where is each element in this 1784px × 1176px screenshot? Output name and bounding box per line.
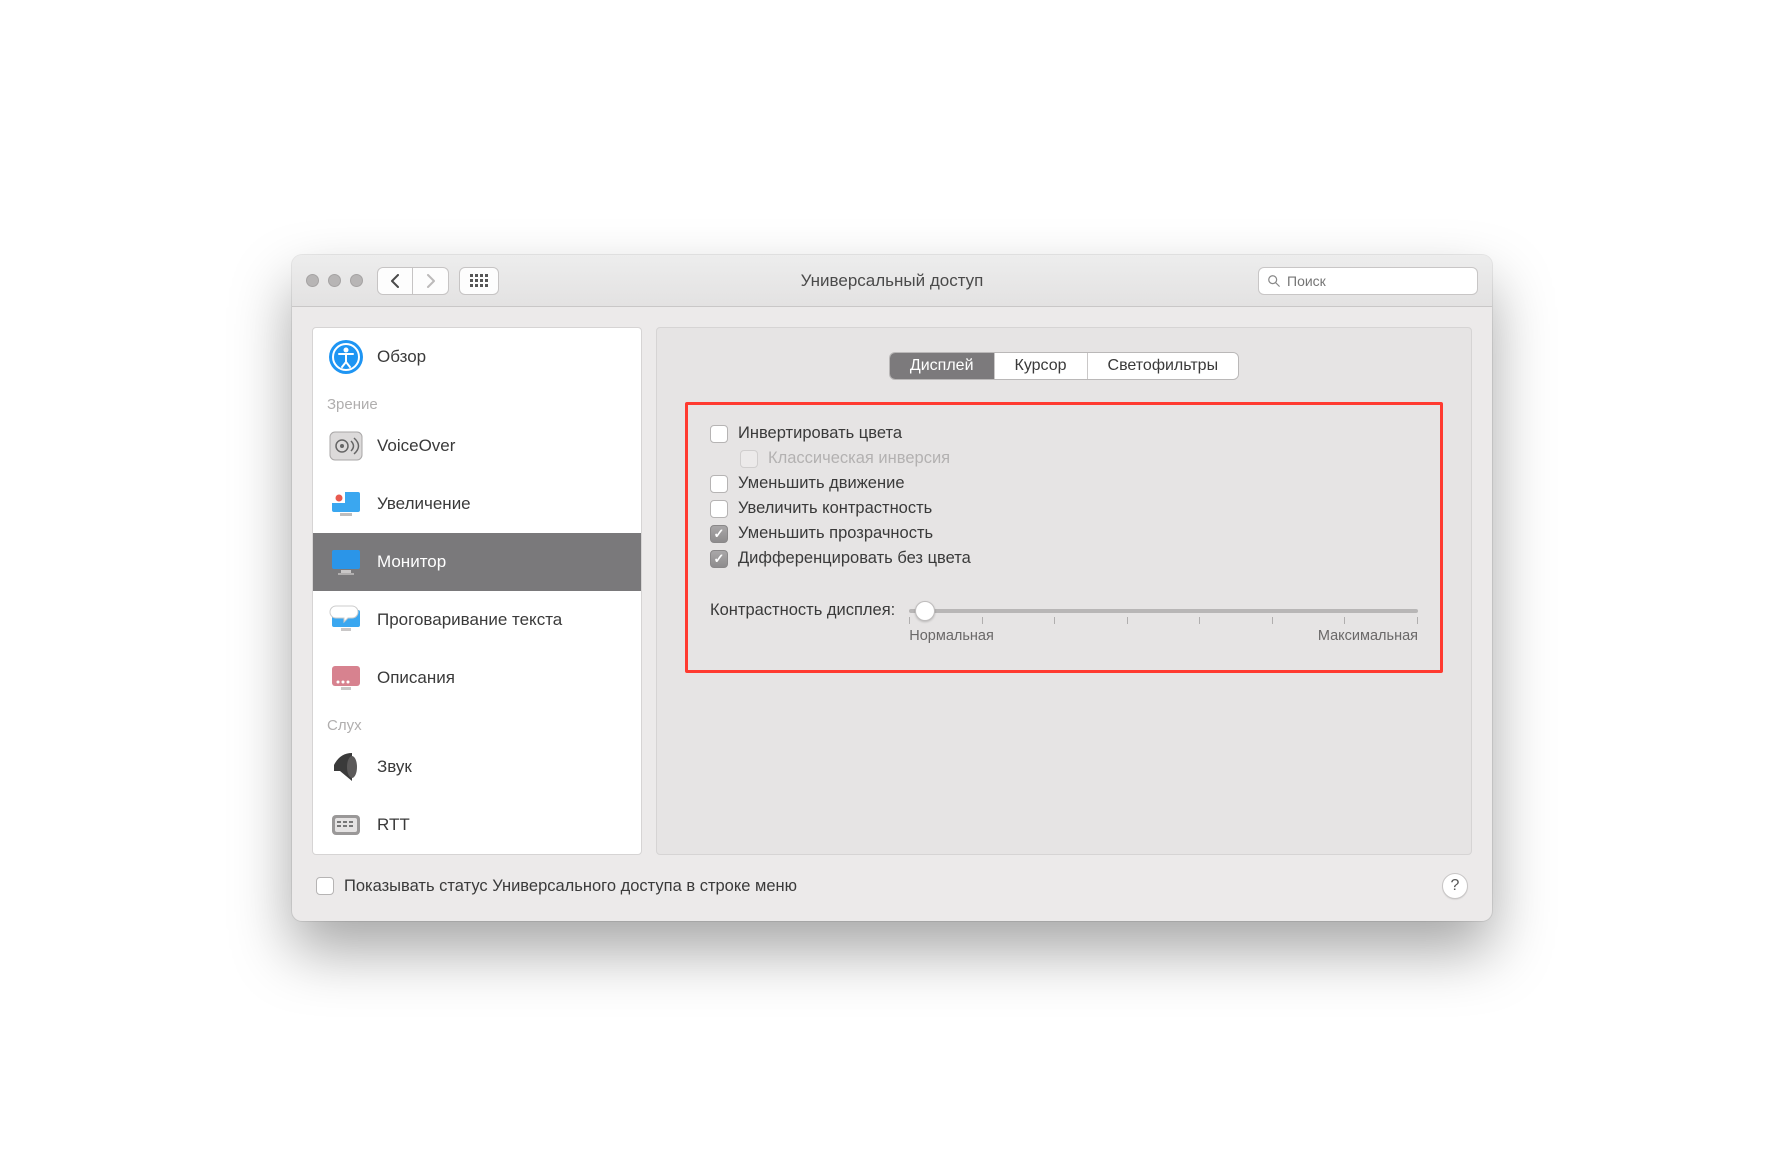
checkbox[interactable] bbox=[710, 550, 728, 568]
footer: Показывать статус Универсального доступа… bbox=[292, 869, 1492, 921]
zoom-app-icon bbox=[327, 485, 365, 523]
nav-buttons bbox=[377, 267, 449, 295]
option-classic-invert: Классическая инверсия bbox=[710, 446, 1418, 471]
slider-min-label: Нормальная bbox=[909, 628, 994, 644]
voiceover-icon bbox=[327, 427, 365, 465]
accessibility-icon bbox=[327, 338, 365, 376]
window-title: Универсальный доступ bbox=[801, 271, 984, 291]
sidebar-item-label: Увеличение bbox=[377, 494, 471, 514]
sidebar-item-label: Обзор bbox=[377, 347, 426, 367]
sidebar-item-sound[interactable]: Звук bbox=[313, 738, 641, 796]
sidebar: Обзор Зрение VoiceOver Увеличение Монито… bbox=[312, 327, 642, 855]
forward-button[interactable] bbox=[413, 267, 449, 295]
preferences-window: Универсальный доступ Обзор Зрение VoiceO… bbox=[292, 255, 1492, 921]
show-all-button[interactable] bbox=[459, 267, 499, 295]
checkbox[interactable] bbox=[710, 425, 728, 443]
option-label: Уменьшить прозрачность bbox=[738, 524, 933, 543]
help-button[interactable]: ? bbox=[1442, 873, 1468, 899]
sidebar-item-label: VoiceOver bbox=[377, 436, 455, 456]
tab-color-filters[interactable]: Светофильтры bbox=[1088, 353, 1239, 379]
checkbox[interactable] bbox=[710, 500, 728, 518]
contrast-slider[interactable]: Нормальная Максимальная bbox=[909, 599, 1418, 644]
minimize-icon[interactable] bbox=[328, 274, 341, 287]
sidebar-item-descriptions[interactable]: Описания bbox=[313, 649, 641, 707]
option-label: Классическая инверсия bbox=[768, 449, 950, 468]
footer-label: Показывать статус Универсального доступа… bbox=[344, 877, 797, 896]
help-icon: ? bbox=[1451, 877, 1460, 895]
sidebar-item-label: Звук bbox=[377, 757, 412, 777]
sidebar-item-rtt[interactable]: RTT bbox=[313, 796, 641, 854]
sidebar-item-voiceover[interactable]: VoiceOver bbox=[313, 417, 641, 475]
search-icon bbox=[1267, 274, 1281, 288]
tab-display[interactable]: Дисплей bbox=[890, 353, 995, 379]
descriptions-icon bbox=[327, 659, 365, 697]
search-input[interactable] bbox=[1287, 273, 1469, 289]
sidebar-item-label: RTT bbox=[377, 815, 410, 835]
option-label: Инвертировать цвета bbox=[738, 424, 902, 443]
slider-ticks bbox=[909, 617, 1418, 624]
checkbox bbox=[740, 450, 758, 468]
rtt-icon bbox=[327, 806, 365, 844]
option-differentiate-without-color[interactable]: Дифференцировать без цвета bbox=[710, 546, 1418, 571]
zoom-icon[interactable] bbox=[350, 274, 363, 287]
checkbox[interactable] bbox=[710, 475, 728, 493]
sidebar-item-zoom[interactable]: Увеличение bbox=[313, 475, 641, 533]
option-label: Увеличить контрастность bbox=[738, 499, 932, 518]
sidebar-item-overview[interactable]: Обзор bbox=[313, 328, 641, 386]
slider-label: Контрастность дисплея: bbox=[710, 599, 895, 620]
highlighted-region: Инвертировать цвета Классическая инверси… bbox=[685, 402, 1443, 673]
speech-icon bbox=[327, 601, 365, 639]
sidebar-item-label: Монитор bbox=[377, 552, 446, 572]
body: Обзор Зрение VoiceOver Увеличение Монито… bbox=[292, 307, 1492, 869]
sidebar-item-speech[interactable]: Проговаривание текста bbox=[313, 591, 641, 649]
option-label: Уменьшить движение bbox=[738, 474, 905, 493]
option-reduce-motion[interactable]: Уменьшить движение bbox=[710, 471, 1418, 496]
sidebar-item-monitor[interactable]: Монитор bbox=[313, 533, 641, 591]
option-label: Дифференцировать без цвета bbox=[738, 549, 971, 568]
sound-icon bbox=[327, 748, 365, 786]
contrast-slider-section: Контрастность дисплея: Нормальная Максим… bbox=[710, 599, 1418, 644]
slider-range-labels: Нормальная Максимальная bbox=[909, 628, 1418, 644]
slider-max-label: Максимальная bbox=[1318, 628, 1418, 644]
titlebar: Универсальный доступ bbox=[292, 255, 1492, 307]
tab-cursor[interactable]: Курсор bbox=[995, 353, 1088, 379]
checkbox[interactable] bbox=[316, 877, 334, 895]
option-reduce-transparency[interactable]: Уменьшить прозрачность bbox=[710, 521, 1418, 546]
content-pane: Дисплей Курсор Светофильтры Инвертироват… bbox=[656, 327, 1472, 855]
sidebar-header-hearing: Слух bbox=[313, 707, 641, 738]
tab-bar: Дисплей Курсор Светофильтры bbox=[889, 352, 1239, 380]
back-button[interactable] bbox=[377, 267, 413, 295]
sidebar-header-vision: Зрение bbox=[313, 386, 641, 417]
slider-thumb[interactable] bbox=[915, 601, 935, 621]
checkbox[interactable] bbox=[710, 525, 728, 543]
monitor-icon bbox=[327, 543, 365, 581]
sidebar-item-label: Описания bbox=[377, 668, 455, 688]
search-field[interactable] bbox=[1258, 267, 1478, 295]
sidebar-item-label: Проговаривание текста bbox=[377, 610, 562, 630]
option-invert-colors[interactable]: Инвертировать цвета bbox=[710, 421, 1418, 446]
option-increase-contrast[interactable]: Увеличить контрастность bbox=[710, 496, 1418, 521]
slider-track[interactable] bbox=[909, 609, 1418, 613]
grid-icon bbox=[470, 274, 488, 287]
close-icon[interactable] bbox=[306, 274, 319, 287]
traffic-lights bbox=[306, 274, 363, 287]
